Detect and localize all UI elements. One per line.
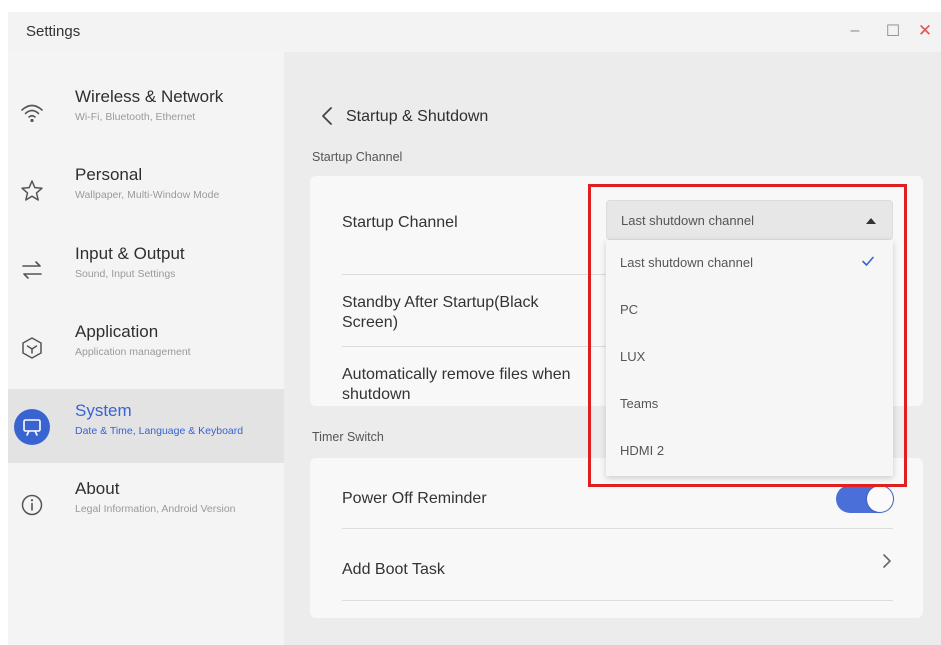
minimize-button[interactable]: – — [844, 20, 866, 42]
sidebar-item-label: System — [75, 401, 132, 420]
sidebar-item-sublabel: Application management — [75, 346, 191, 358]
auto-remove-files-label[interactable]: Automatically remove files when shutdown — [342, 365, 617, 405]
standby-after-startup-label[interactable]: Standby After Startup(Black Screen) — [342, 293, 582, 333]
settings-window: Settings – ☐ ✕ Wireless & Network Wi-Fi,… — [8, 12, 941, 645]
sidebar-item-wireless-network[interactable]: Wireless & Network Wi-Fi, Bluetooth, Eth… — [8, 75, 284, 149]
page-title: Startup & Shutdown — [346, 108, 489, 125]
sidebar-item-sublabel: Sound, Input Settings — [75, 268, 176, 280]
chevron-right-icon[interactable] — [881, 552, 893, 570]
swap-arrows-icon — [14, 252, 50, 288]
power-off-reminder-toggle[interactable] — [836, 485, 894, 513]
sidebar-item-label: Application — [75, 322, 159, 341]
window-title: Settings — [26, 23, 81, 40]
sidebar-item-personal[interactable]: Personal Wallpaper, Multi-Window Mode — [8, 153, 284, 227]
divider — [342, 528, 893, 529]
section-heading-startup: Startup Channel — [312, 150, 403, 164]
power-off-reminder-label: Power Off Reminder — [342, 490, 487, 507]
sidebar-item-label: Wireless & Network — [75, 87, 224, 106]
sidebar-item-application[interactable]: Application Application management — [8, 310, 284, 384]
section-heading-timer: Timer Switch — [312, 430, 384, 444]
highlight-box — [588, 184, 907, 487]
sidebar-item-label: Personal — [75, 165, 143, 184]
startup-channel-label: Startup Channel — [342, 214, 458, 231]
divider — [342, 600, 893, 601]
monitor-icon — [14, 409, 50, 445]
sidebar-item-input-output[interactable]: Input & Output Sound, Input Settings — [8, 232, 284, 306]
sidebar-item-label: About — [75, 479, 120, 498]
sidebar-item-label: Input & Output — [75, 244, 185, 263]
star-icon — [14, 173, 50, 209]
sidebar-item-sublabel: Date & Time, Language & Keyboard — [75, 425, 244, 437]
title-bar: Settings – ☐ ✕ — [8, 12, 941, 52]
back-arrow-icon[interactable] — [318, 102, 338, 130]
close-button[interactable]: ✕ — [914, 20, 936, 42]
maximize-button[interactable]: ☐ — [882, 20, 904, 42]
sidebar-item-sublabel: Legal Information, Android Version — [75, 503, 236, 515]
sidebar-item-about[interactable]: About Legal Information, Android Version — [8, 467, 284, 541]
hexagon-icon — [14, 330, 50, 366]
sidebar-item-system[interactable]: System Date & Time, Language & Keyboard — [8, 389, 284, 463]
sidebar-item-sublabel: Wallpaper, Multi-Window Mode — [75, 189, 220, 201]
add-boot-task-label[interactable]: Add Boot Task — [342, 560, 445, 580]
sidebar-item-sublabel: Wi-Fi, Bluetooth, Ethernet — [75, 111, 196, 123]
wifi-icon — [14, 95, 50, 131]
toggle-knob — [867, 486, 893, 512]
sidebar: Wireless & Network Wi-Fi, Bluetooth, Eth… — [8, 52, 284, 645]
info-icon — [14, 487, 50, 523]
